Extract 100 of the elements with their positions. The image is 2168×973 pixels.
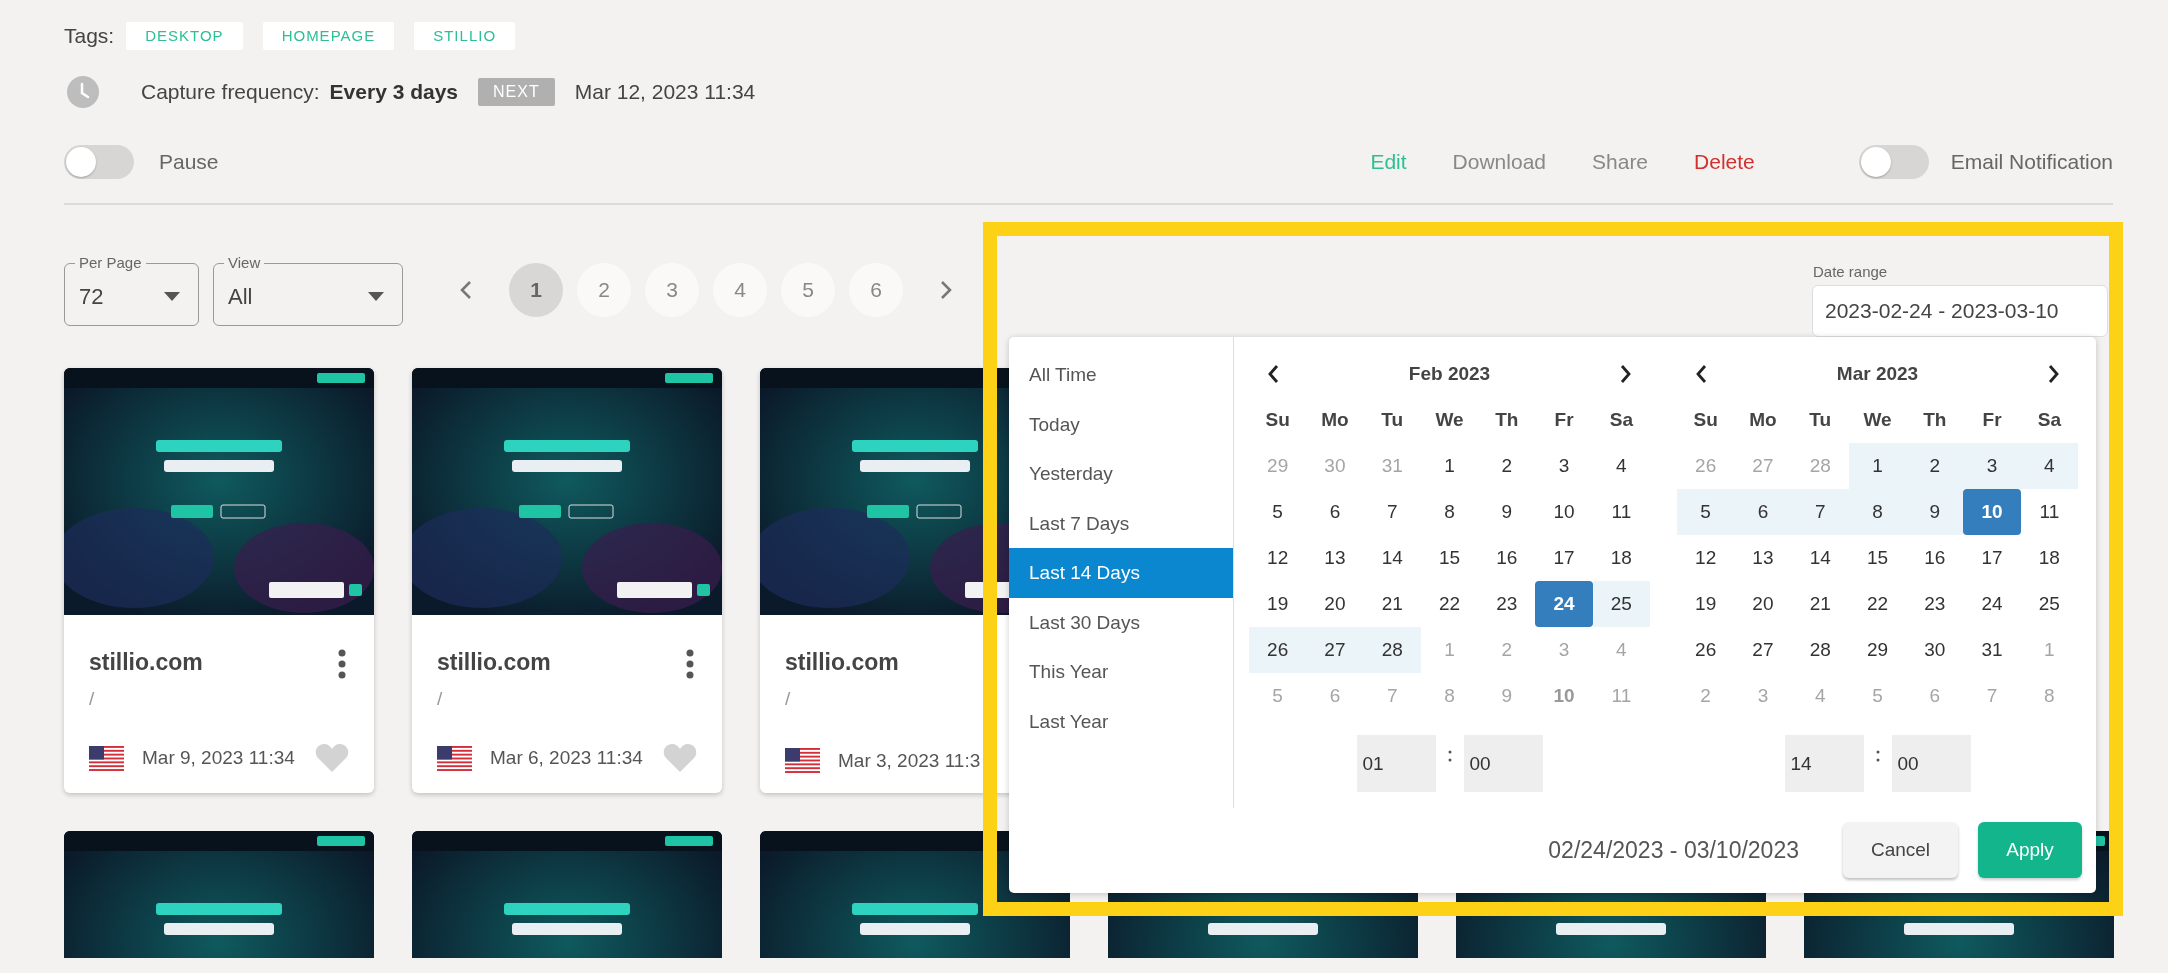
capture-value: Every 3 days bbox=[329, 80, 459, 104]
calendar-day[interactable]: 28 bbox=[1791, 627, 1849, 673]
calendar-day[interactable]: 14 bbox=[1363, 535, 1421, 581]
weekday-label: Th bbox=[1922, 408, 1948, 432]
more-icon[interactable] bbox=[686, 649, 694, 679]
calendar-day[interactable]: 1 bbox=[1420, 443, 1479, 489]
calendar-day[interactable]: 5 bbox=[1249, 489, 1307, 535]
calendar-day[interactable]: 13 bbox=[1734, 535, 1792, 581]
calendar-day[interactable]: 31 bbox=[1963, 627, 2021, 673]
calendar-day[interactable]: 13 bbox=[1306, 535, 1364, 581]
calendar-day[interactable]: 1 bbox=[1848, 443, 1907, 489]
select-value: All bbox=[228, 283, 253, 310]
calendar-day[interactable]: 27 bbox=[1306, 627, 1364, 673]
calendar-day[interactable]: 15 bbox=[1848, 535, 1907, 581]
calendar-day[interactable]: 18 bbox=[2020, 535, 2078, 581]
chevron-right-icon[interactable] bbox=[1619, 364, 1632, 384]
chevron-left-icon[interactable] bbox=[1695, 364, 1708, 384]
calendar-day[interactable]: 19 bbox=[1677, 581, 1735, 627]
calendar-day[interactable]: 16 bbox=[1906, 535, 1964, 581]
weekday-label: Th bbox=[1494, 408, 1520, 432]
calendar-day[interactable]: 23 bbox=[1478, 581, 1536, 627]
minute-field[interactable]: 00 bbox=[1463, 735, 1543, 792]
calendar-day[interactable]: 2 bbox=[1906, 443, 1964, 489]
calendar-day[interactable]: 9 bbox=[1478, 489, 1536, 535]
calendar-day[interactable]: 5 bbox=[1677, 489, 1735, 535]
calendar-day[interactable]: 30 bbox=[1906, 627, 1964, 673]
weekday-label: Fr bbox=[1553, 408, 1575, 432]
calendar-day[interactable]: 10 bbox=[1535, 489, 1593, 535]
chevron-right-icon[interactable] bbox=[2047, 364, 2060, 384]
calendar-day[interactable]: 26 bbox=[1249, 627, 1307, 673]
weekday-label: We bbox=[1434, 408, 1465, 432]
page-button[interactable]: 1 bbox=[509, 263, 563, 317]
hour-field[interactable]: 14 bbox=[1784, 735, 1864, 792]
more-icon[interactable] bbox=[338, 649, 346, 679]
calendar-day[interactable]: 19 bbox=[1249, 581, 1307, 627]
calendar-day[interactable]: 20 bbox=[1306, 581, 1364, 627]
calendar-day[interactable]: 21 bbox=[1791, 581, 1849, 627]
calendar-day[interactable]: 4 bbox=[2020, 443, 2078, 489]
calendar-day[interactable]: 6 bbox=[1306, 489, 1364, 535]
caret-icon bbox=[368, 292, 384, 301]
site-name: stillio.com bbox=[89, 649, 203, 676]
calendar-day[interactable]: 8 bbox=[1420, 489, 1479, 535]
weekday-label: Sa bbox=[1608, 408, 1634, 432]
clock-icon bbox=[67, 76, 99, 108]
calendar-day[interactable]: 11 bbox=[2020, 489, 2078, 535]
calendar-day[interactable]: 12 bbox=[1249, 535, 1307, 581]
calendar-day[interactable]: 25 bbox=[1592, 581, 1650, 627]
calendar-day[interactable]: 17 bbox=[1963, 535, 2021, 581]
calendar-day[interactable]: 24 bbox=[1535, 581, 1593, 627]
calendar-day[interactable]: 22 bbox=[1420, 581, 1479, 627]
calendar-day[interactable]: 23 bbox=[1906, 581, 1964, 627]
calendar-day[interactable]: 10 bbox=[1963, 489, 2021, 535]
date-range-label: Date range bbox=[1813, 263, 1889, 280]
calendar-day[interactable]: 12 bbox=[1677, 535, 1735, 581]
calendar-day[interactable]: 21 bbox=[1363, 581, 1421, 627]
view-select[interactable]: View All bbox=[213, 254, 403, 326]
calendar-day[interactable]: 25 bbox=[2020, 581, 2078, 627]
capture-label: Capture frequency: bbox=[141, 80, 320, 104]
calendar-day[interactable]: 3 bbox=[1963, 443, 2021, 489]
calendar-day[interactable]: 3 bbox=[1535, 443, 1593, 489]
calendar-day[interactable]: 8 bbox=[1848, 489, 1907, 535]
calendar-day[interactable]: 14 bbox=[1791, 535, 1849, 581]
field-label: Per Page bbox=[78, 254, 143, 272]
calendar-day[interactable]: 27 bbox=[1734, 627, 1792, 673]
calendar-day[interactable]: 9 bbox=[1906, 489, 1964, 535]
date-range-field[interactable]: 2023-02-24 - 2023-03-10 bbox=[1812, 285, 2108, 337]
weekday-label: Mo bbox=[1748, 408, 1778, 432]
calendar-day[interactable]: 28 bbox=[1363, 627, 1421, 673]
chevron-left-icon[interactable] bbox=[1267, 364, 1280, 384]
weekday-label: Tu bbox=[1808, 408, 1833, 432]
hour-field[interactable]: 01 bbox=[1356, 735, 1436, 792]
calendar-day[interactable]: 4 bbox=[1592, 443, 1650, 489]
email-notification-label: Email Notification bbox=[1950, 150, 2113, 174]
site-name: stillio.com bbox=[437, 649, 551, 676]
calendar-day[interactable]: 7 bbox=[1363, 489, 1421, 535]
calendar-day[interactable]: 24 bbox=[1963, 581, 2021, 627]
calendar-day[interactable]: 22 bbox=[1848, 581, 1907, 627]
tags-label: Tags: bbox=[64, 24, 115, 48]
calendar-day[interactable]: 6 bbox=[1734, 489, 1792, 535]
flag-icon bbox=[785, 748, 820, 773]
calendar-day[interactable]: 16 bbox=[1478, 535, 1536, 581]
calendar-day[interactable]: 2 bbox=[1478, 443, 1536, 489]
action-link[interactable]: Delete bbox=[1694, 150, 1755, 174]
calendar-day[interactable]: 15 bbox=[1420, 535, 1479, 581]
calendar-day[interactable]: 26 bbox=[1677, 627, 1735, 673]
minute-field[interactable]: 00 bbox=[1891, 735, 1971, 792]
calendar-day[interactable]: 20 bbox=[1734, 581, 1792, 627]
calendar-day[interactable]: 17 bbox=[1535, 535, 1593, 581]
calendar-day[interactable]: 29 bbox=[1848, 627, 1907, 673]
pause-toggle[interactable] bbox=[64, 145, 134, 179]
calendar-day[interactable]: 18 bbox=[1592, 535, 1650, 581]
cancel-button[interactable]: Cancel bbox=[1843, 822, 1958, 878]
calendar-day[interactable]: 7 bbox=[1791, 489, 1849, 535]
email-notification-toggle[interactable] bbox=[1858, 145, 1929, 179]
next-capture-date: Mar 12, 2023 11:34 bbox=[574, 80, 756, 104]
screenshot-card[interactable]: stillio.com / Mar 6, 2023 11:34 bbox=[412, 368, 722, 793]
range-option[interactable]: Last 14 Days bbox=[1009, 548, 1233, 598]
next-badge: NEXT bbox=[478, 78, 555, 106]
screenshot-card[interactable]: stillio.com / Mar 9, 2023 11:34 bbox=[64, 368, 374, 793]
calendar-day[interactable]: 11 bbox=[1592, 489, 1650, 535]
